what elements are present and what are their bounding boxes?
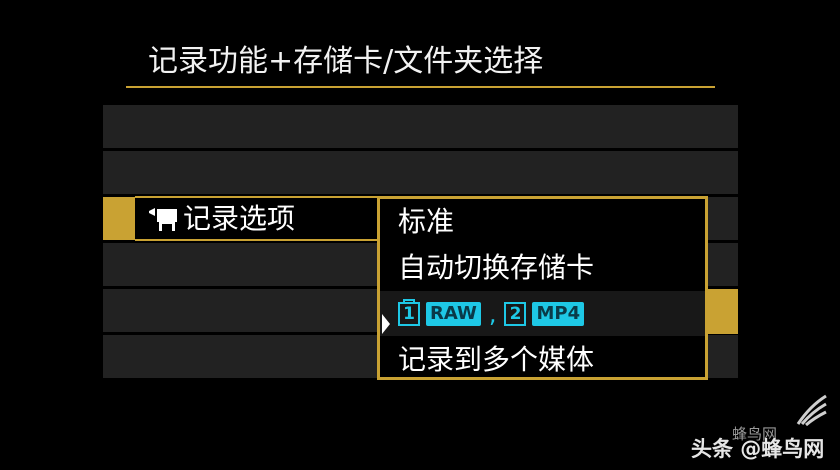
option-label[interactable]: 记录选项 <box>135 196 378 241</box>
selection-marker-icon <box>381 302 391 334</box>
selection-side-tab <box>708 289 738 334</box>
record-options-dropdown[interactable]: 标准 自动切换存储卡 1 RAW , 2 MP4 记录到多个媒体 <box>377 196 708 380</box>
dropdown-item-separate-recording[interactable]: 1 RAW , 2 MP4 <box>380 291 705 336</box>
title-divider <box>126 86 715 88</box>
option-label-text: 记录选项 <box>183 202 296 235</box>
dropdown-item-standard[interactable]: 标准 <box>380 199 705 244</box>
media-assignment: 1 RAW , 2 MP4 <box>398 299 585 328</box>
active-option-tab <box>103 197 136 240</box>
dropdown-item-auto-switch[interactable]: 自动切换存储卡 <box>380 245 705 290</box>
card-slot-2-icon: 2 <box>504 302 527 326</box>
watermark-logo <box>794 394 828 428</box>
screen-title: 记录功能+存储卡/文件夹选择 <box>148 44 544 79</box>
movie-camera-icon <box>147 205 181 233</box>
menu-row-1[interactable] <box>103 105 738 148</box>
format-mp4-badge: MP4 <box>532 302 585 326</box>
menu-row-2[interactable] <box>103 151 738 194</box>
format-raw-badge: RAW <box>426 302 481 326</box>
media-separator: , <box>488 300 497 328</box>
dropdown-item-multi-media[interactable]: 记录到多个媒体 <box>380 337 705 382</box>
card-slot-1-icon: 1 <box>398 299 420 326</box>
watermark-credit: 头条 @蜂鸟网 <box>691 437 825 461</box>
